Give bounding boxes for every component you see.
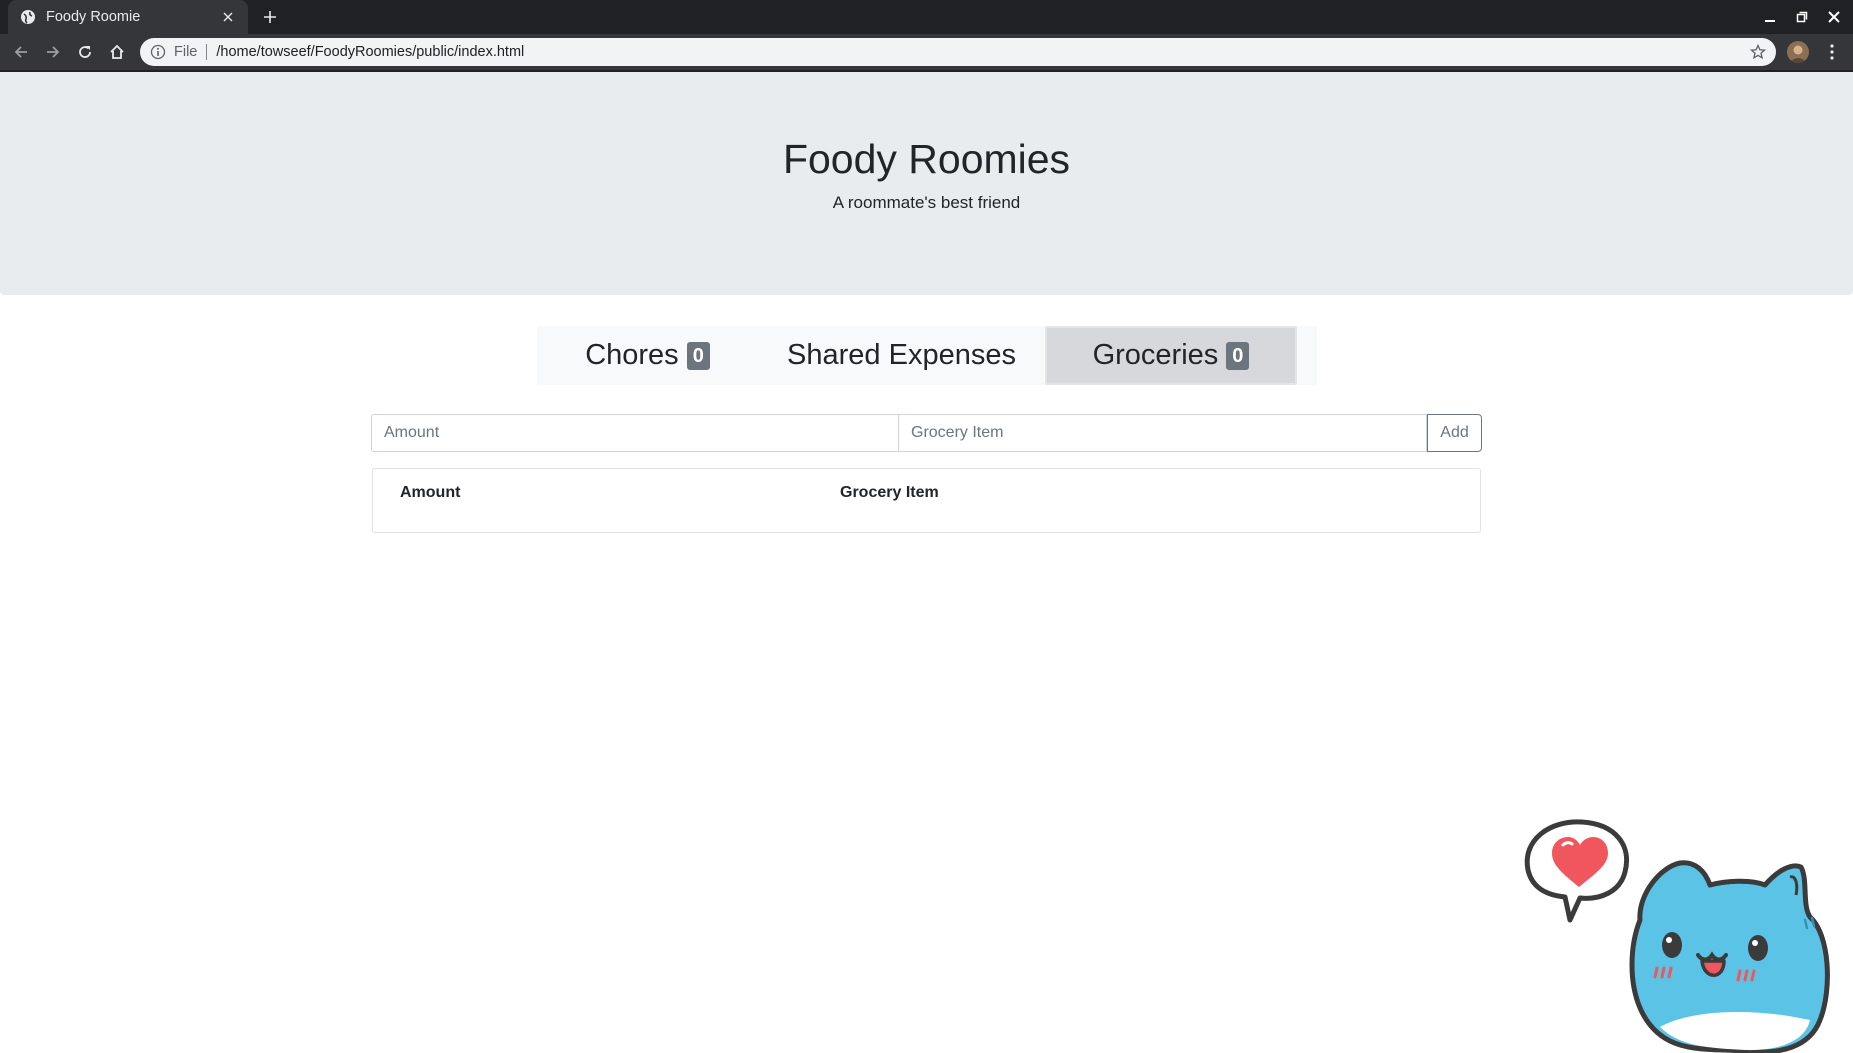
bookmark-star-icon[interactable] (1748, 42, 1768, 62)
chores-count-badge: 0 (686, 341, 710, 370)
add-grocery-form: Add (371, 414, 1482, 452)
minimize-icon[interactable] (1754, 0, 1786, 34)
reload-icon[interactable] (73, 40, 97, 64)
blue-cat-icon (1629, 860, 1830, 1053)
close-window-icon[interactable] (1818, 0, 1850, 34)
info-icon[interactable] (150, 44, 166, 60)
groceries-table: Amount Grocery Item (372, 468, 1481, 533)
url-separator (206, 44, 208, 60)
url-text[interactable]: /home/towseef/FoodyRoomies/public/index.… (216, 44, 1748, 60)
menu-kebab-icon[interactable] (1820, 40, 1844, 64)
groceries-count-badge: 0 (1226, 341, 1250, 370)
browser-tab[interactable]: Foody Roomie (8, 0, 248, 34)
forward-arrow-icon[interactable] (41, 40, 65, 64)
tab-chores-label: Chores (585, 339, 679, 371)
profile-avatar[interactable] (1787, 41, 1809, 63)
grocery-item-input[interactable] (899, 414, 1427, 452)
tab-groceries-label: Groceries (1092, 339, 1219, 371)
browser-tabstrip: Foody Roomie (0, 0, 1853, 34)
url-scheme: File (174, 44, 198, 60)
page-subtitle: A roommate's best friend (832, 193, 1021, 212)
tab-groceries[interactable]: Groceries 0 (1045, 326, 1297, 385)
add-button[interactable]: Add (1427, 414, 1482, 452)
globe-icon (20, 9, 36, 25)
address-bar[interactable]: File /home/towseef/FoodyRoomies/public/i… (140, 38, 1776, 66)
close-tab-icon[interactable] (218, 7, 238, 27)
back-arrow-icon[interactable] (9, 40, 33, 64)
tab-shared-expenses[interactable]: Shared Expenses (758, 326, 1045, 385)
restore-icon[interactable] (1786, 0, 1818, 34)
tab-chores[interactable]: Chores 0 (537, 326, 758, 385)
heart-bubble-icon (1524, 819, 1629, 923)
browser-toolbar: File /home/towseef/FoodyRoomies/public/i… (0, 34, 1853, 70)
column-header-grocery-item: Grocery Item (840, 484, 939, 501)
tab-title: Foody Roomie (46, 9, 141, 25)
cat-mascot-image (1524, 819, 1830, 1053)
amount-input[interactable] (371, 414, 899, 452)
column-header-amount: Amount (400, 484, 461, 501)
jumbotron: Foody Roomies A roommate's best friend (0, 72, 1853, 295)
page-title: Foody Roomies (782, 136, 1071, 182)
tab-shared-expenses-label: Shared Expenses (787, 339, 1016, 371)
home-icon[interactable] (105, 40, 129, 64)
new-tab-icon[interactable] (258, 5, 282, 29)
section-tabs: Chores 0 Shared Expenses Groceries 0 (537, 326, 1317, 385)
